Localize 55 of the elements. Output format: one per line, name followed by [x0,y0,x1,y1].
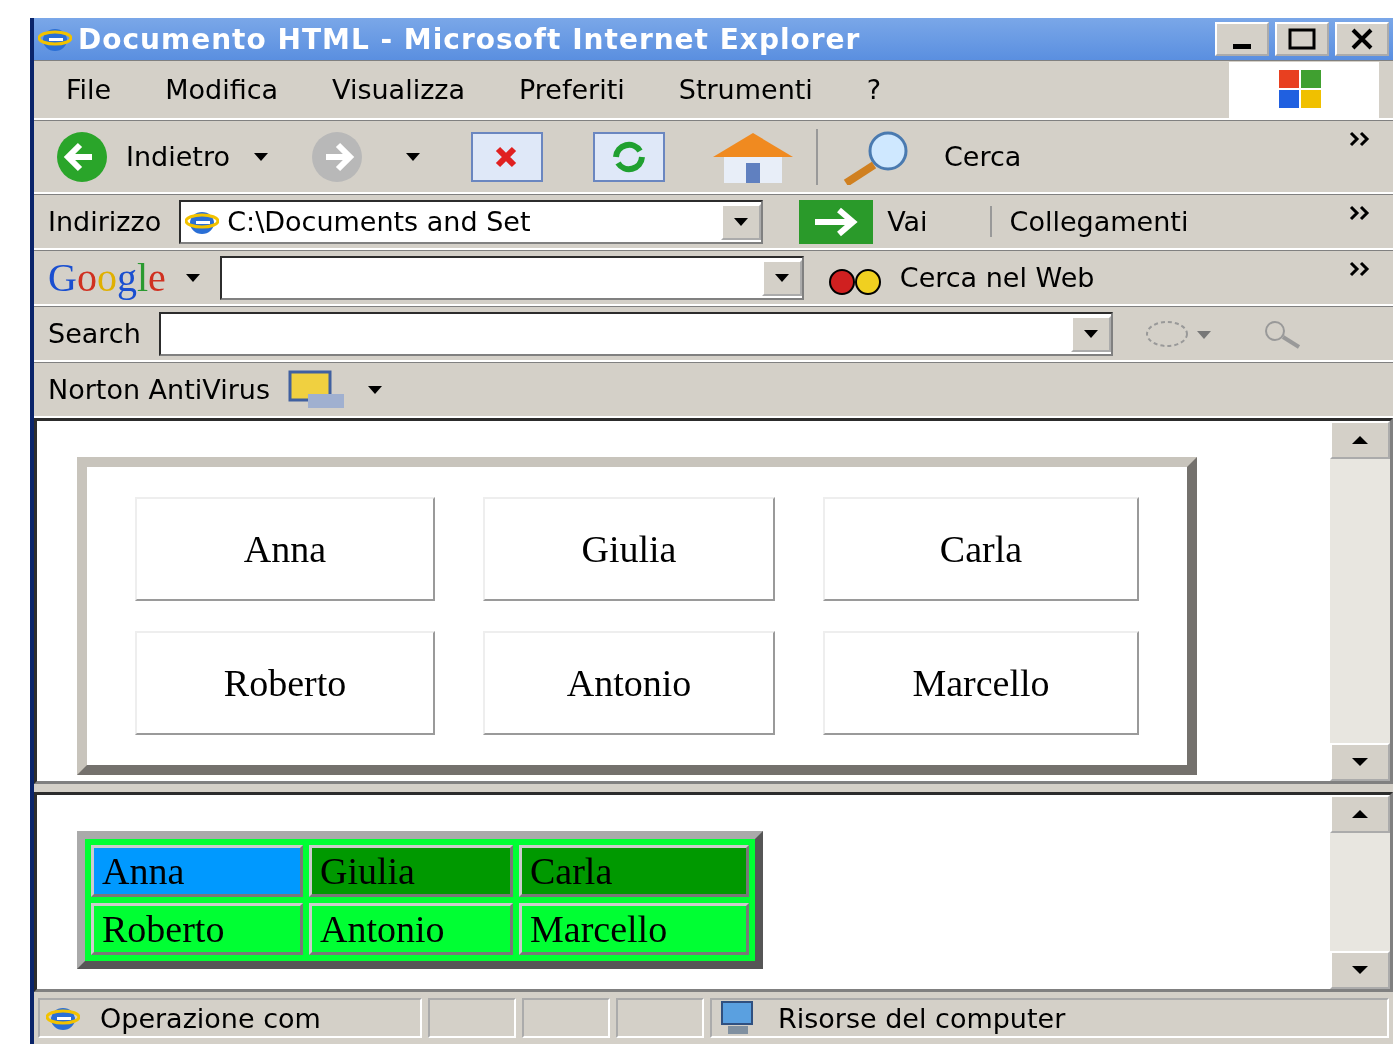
google-search-field[interactable] [219,255,804,300]
address-field[interactable]: C:\Documents and Set [179,199,764,244]
down-arrow-icon [1350,964,1370,976]
zone-text: Risorse del computer [778,1002,1066,1034]
search-label: Search [48,318,141,349]
windows-flag-icon [1229,61,1379,118]
caret-icon [183,272,202,283]
menu-item[interactable]: Visualizza [314,74,484,105]
minimize-icon [1233,43,1251,49]
stop-icon[interactable] [469,130,544,183]
menu-item[interactable]: Preferiti [501,74,643,105]
table-cell: Giulia [309,845,513,897]
scrollbar[interactable] [1330,421,1390,781]
down-arrow-icon [1350,756,1370,768]
menu-item[interactable]: ? [848,74,900,105]
table-cell: Antonio [483,631,775,735]
table-cell: Carla [519,845,749,897]
search-button[interactable]: Cerca [939,141,1026,172]
close-icon [1349,27,1375,51]
maximize-icon [1287,27,1317,51]
close-button[interactable] [1335,22,1389,56]
table-cell: Antonio [309,903,513,955]
table-cell: Giulia [483,497,775,601]
status-text: Operazione com [100,1002,321,1034]
up-arrow-icon [1350,808,1370,820]
maximize-button[interactable] [1275,22,1329,56]
table-cell: Roberto [135,631,435,735]
menu-item[interactable]: Strumenti [660,74,831,105]
table-cell: Marcello [519,903,749,955]
go-button[interactable]: Vai [795,199,932,244]
table-cell: Marcello [823,631,1139,735]
table-cell: Anna [91,845,303,897]
address-label: Indirizzo [48,206,162,237]
caret-icon [1081,328,1100,339]
menu-item[interactable]: File [48,74,130,105]
caret-icon [403,151,422,162]
table-cell: Anna [135,497,435,601]
caret-icon [732,216,751,227]
google-logo[interactable]: Google [48,254,166,301]
up-arrow-icon [1350,434,1370,446]
caret-icon [251,151,270,162]
refresh-icon[interactable] [591,130,666,183]
caret-icon [772,272,791,283]
antivirus-label: Norton AntiVirus [48,374,270,405]
search-field[interactable] [158,311,1113,356]
menu-item[interactable]: Modifica [147,74,297,105]
back-button[interactable]: Indietro [48,130,234,183]
window-title: Documento HTML - Microsoft Internet Explorer [78,22,862,56]
caret-icon [365,384,384,395]
scrollbar[interactable] [1330,795,1390,989]
web-search-button[interactable]: Cerca nel Web [821,259,1099,296]
minimize-button[interactable] [1215,22,1269,56]
table-cell: Roberto [91,903,303,955]
table-cell: Carla [823,497,1139,601]
links-button[interactable]: Collegamenti [989,206,1193,237]
